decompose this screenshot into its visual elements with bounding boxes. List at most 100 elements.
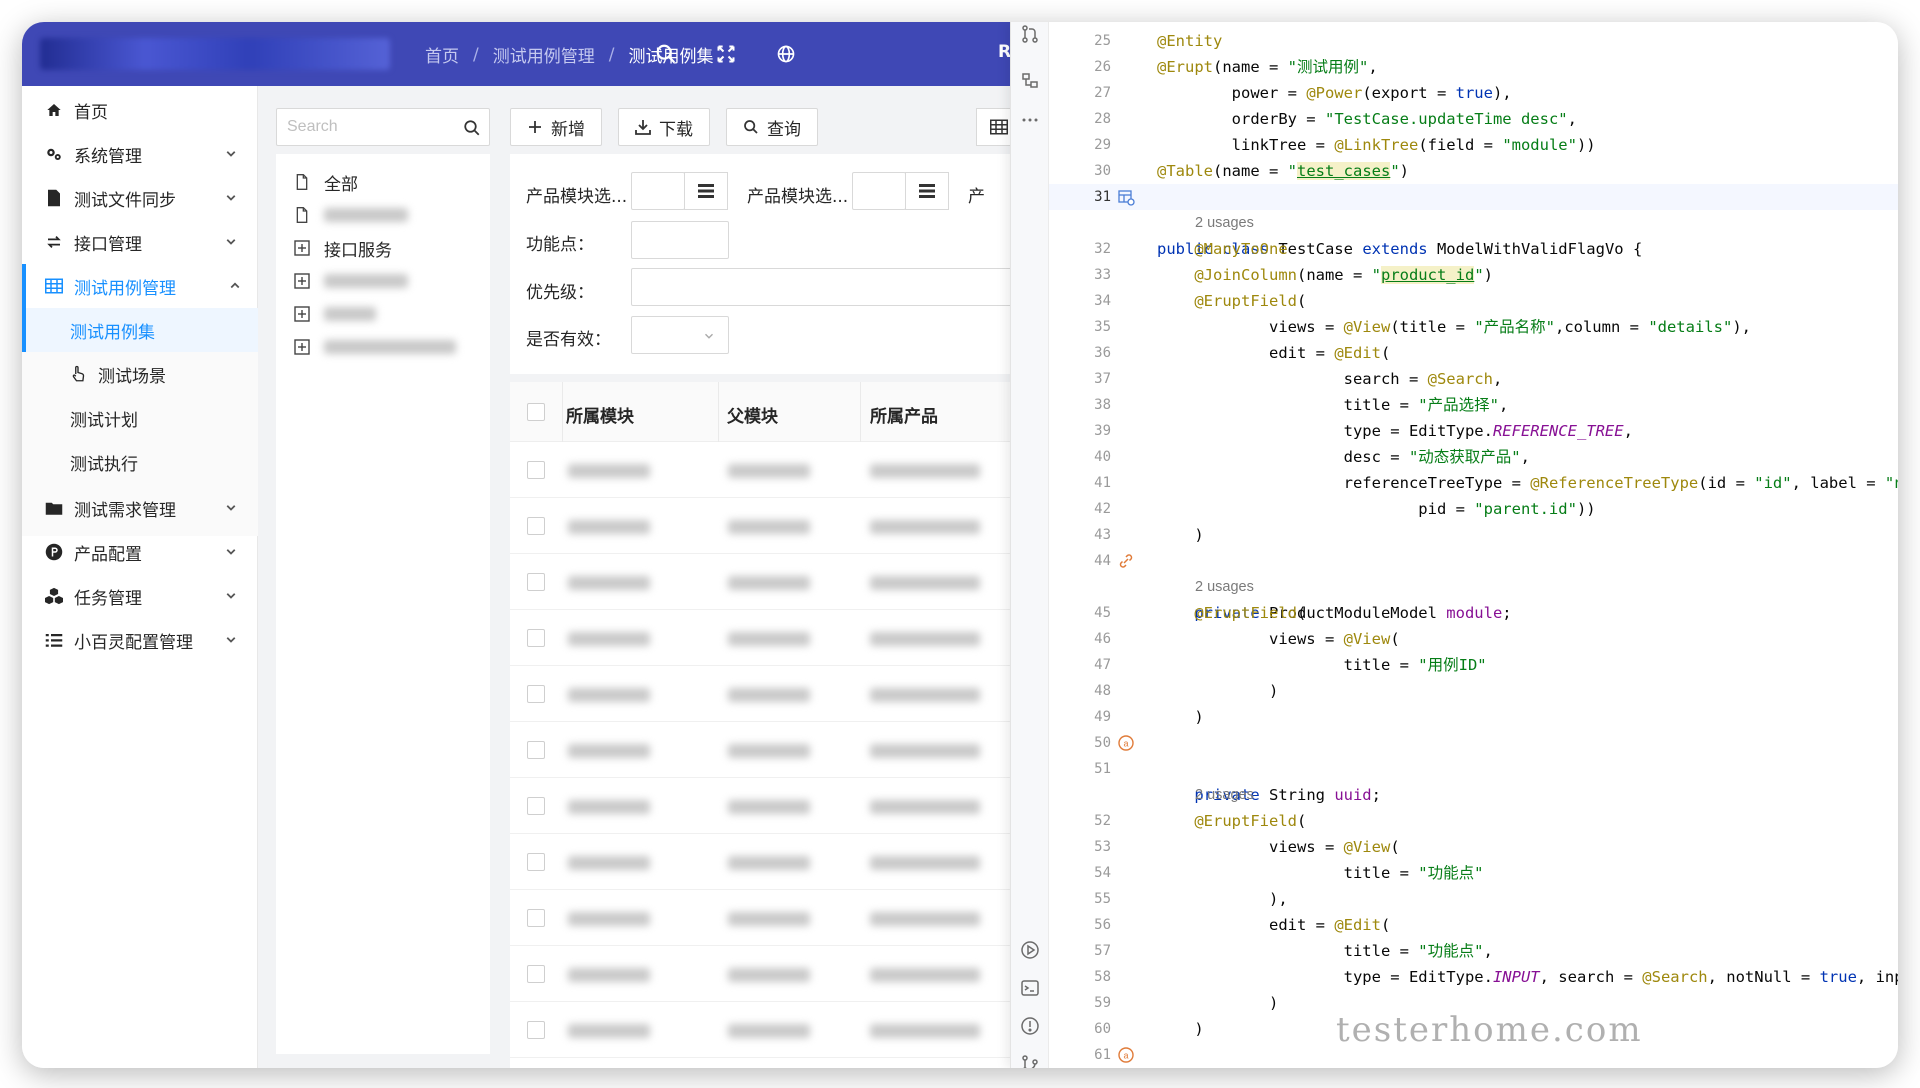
- sidebar-item-interface[interactable]: 接口管理: [22, 220, 258, 264]
- table-row[interactable]: [510, 778, 1022, 834]
- code-line: 36 edit = @Edit(: [1094, 344, 1391, 362]
- tree-node-blurred[interactable]: [294, 300, 376, 328]
- query-button[interactable]: 查询: [726, 108, 818, 146]
- sidebar-subitem-test-plan[interactable]: 测试计划: [22, 396, 258, 440]
- terminal-icon[interactable]: [1020, 978, 1040, 998]
- sidebar-item-product-config[interactable]: 产品配置: [22, 530, 258, 574]
- column-header-parent-module[interactable]: 父模块: [727, 402, 778, 427]
- feature-input[interactable]: [631, 221, 729, 259]
- tree-node-blurred[interactable]: [294, 201, 408, 229]
- database-table-icon[interactable]: [1117, 188, 1135, 206]
- feature-label: 功能点：: [526, 235, 594, 255]
- usage-hint[interactable]: 2 usages: [1195, 782, 1254, 808]
- table-row[interactable]: [510, 1002, 1022, 1058]
- folder-icon: [44, 498, 64, 518]
- search-icon[interactable]: [652, 40, 680, 68]
- select-all-checkbox[interactable]: [527, 403, 545, 421]
- blurred-cell: [728, 968, 810, 982]
- tree-node-interface-service[interactable]: 接口服务: [294, 234, 392, 262]
- tree-node-all[interactable]: 全部: [294, 168, 358, 196]
- chevron-down-icon: [226, 505, 236, 511]
- usage-hint[interactable]: 2 usages: [1195, 574, 1254, 600]
- column-header-product[interactable]: 所属产品: [870, 402, 938, 427]
- download-button[interactable]: 下载: [618, 108, 710, 146]
- row-checkbox[interactable]: [527, 573, 545, 591]
- table-row[interactable]: [510, 946, 1022, 1002]
- sidebar-item-home[interactable]: 首页: [22, 88, 258, 132]
- git-icon[interactable]: [1020, 1054, 1040, 1068]
- search-icon[interactable]: [463, 119, 481, 137]
- top-navbar: 首页 / 测试用例管理 / 测试用例集 R: [22, 22, 1022, 86]
- row-checkbox[interactable]: [527, 909, 545, 927]
- tree-node-blurred[interactable]: [294, 267, 408, 295]
- code-line: 52 @EruptField(: [1094, 812, 1307, 830]
- product-module-input-1[interactable]: [631, 172, 685, 210]
- query-button-label: 查询: [767, 119, 801, 140]
- tree-search-input[interactable]: [287, 115, 447, 139]
- sidebar-item-label: 任务管理: [74, 588, 142, 609]
- product-icon: [44, 542, 64, 562]
- table-row[interactable]: [510, 890, 1022, 946]
- row-checkbox[interactable]: [527, 685, 545, 703]
- row-checkbox[interactable]: [527, 461, 545, 479]
- run-icon[interactable]: [1020, 940, 1040, 960]
- blurred-cell: [870, 800, 980, 814]
- product-module-select-button-1[interactable]: [684, 172, 728, 210]
- sidebar-item-task[interactable]: 任务管理: [22, 574, 258, 618]
- product-module-select-button-2[interactable]: [905, 172, 949, 210]
- row-checkbox[interactable]: [527, 741, 545, 759]
- code-line: 33 @JoinColumn(name = "product_id"): [1094, 266, 1493, 284]
- sidebar-subitem-test-scene[interactable]: 测试场景: [22, 352, 258, 396]
- priority-input[interactable]: [631, 268, 1022, 306]
- expand-plus-icon[interactable]: [294, 339, 310, 355]
- column-annotation-icon[interactable]: a: [1117, 734, 1135, 752]
- add-button-label: 新增: [551, 119, 585, 140]
- blurred-cell: [568, 912, 650, 926]
- code-editor[interactable]: 25 @Entity 26 @Erupt(name = "测试用例", 27 pow…: [1049, 22, 1898, 1068]
- sidebar-subitem-test-case-set[interactable]: 测试用例集: [22, 308, 258, 352]
- row-checkbox[interactable]: [527, 517, 545, 535]
- sidebar-item-test-case-management[interactable]: 测试用例管理: [22, 264, 258, 308]
- row-checkbox[interactable]: [527, 965, 545, 983]
- add-button[interactable]: 新增: [510, 108, 602, 146]
- globe-icon[interactable]: [772, 40, 800, 68]
- tree-node-blurred[interactable]: [294, 333, 456, 361]
- relation-link-icon[interactable]: [1117, 552, 1135, 570]
- table-row[interactable]: [510, 442, 1022, 498]
- structure-icon[interactable]: [1020, 72, 1040, 92]
- sidebar-item-requirements[interactable]: 测试需求管理: [22, 486, 258, 530]
- sidebar-item-xiaobailing-config[interactable]: 小百灵配置管理: [22, 618, 258, 662]
- table-row[interactable]: [510, 610, 1022, 666]
- sidebar-item-file-sync[interactable]: 测试文件同步: [22, 176, 258, 220]
- column-header-module[interactable]: 所属模块: [566, 402, 634, 427]
- watermark: testerhome.com: [1336, 1010, 1643, 1050]
- more-icon[interactable]: [1020, 110, 1040, 130]
- sidebar-item-system[interactable]: 系统管理: [22, 132, 258, 176]
- column-annotation-icon[interactable]: a: [1117, 1046, 1135, 1064]
- row-checkbox[interactable]: [527, 629, 545, 647]
- row-checkbox[interactable]: [527, 853, 545, 871]
- usage-hint[interactable]: 2 usages: [1195, 210, 1254, 236]
- product-module-input-2[interactable]: [852, 172, 906, 210]
- row-checkbox[interactable]: [527, 797, 545, 815]
- table-row[interactable]: [510, 498, 1022, 554]
- table-row[interactable]: [510, 834, 1022, 890]
- breadcrumb-test-case-management[interactable]: 测试用例管理: [493, 42, 595, 67]
- breadcrumb-home[interactable]: 首页: [425, 42, 459, 67]
- problems-icon[interactable]: [1020, 1016, 1040, 1036]
- fullscreen-icon[interactable]: [712, 40, 740, 68]
- blurred-cell: [568, 688, 650, 702]
- table-row[interactable]: [510, 722, 1022, 778]
- code-line: 51: [1094, 761, 1111, 777]
- sidebar-item-label: 首页: [74, 102, 108, 123]
- table-row[interactable]: [510, 554, 1022, 610]
- table-row[interactable]: [510, 666, 1022, 722]
- valid-select[interactable]: [631, 316, 729, 354]
- blurred-cell: [568, 632, 650, 646]
- expand-plus-icon[interactable]: [294, 240, 310, 256]
- pull-request-icon[interactable]: [1020, 24, 1040, 44]
- sidebar-subitem-test-execution[interactable]: 测试执行: [22, 440, 258, 484]
- expand-plus-icon[interactable]: [294, 306, 310, 322]
- row-checkbox[interactable]: [527, 1021, 545, 1039]
- expand-plus-icon[interactable]: [294, 273, 310, 289]
